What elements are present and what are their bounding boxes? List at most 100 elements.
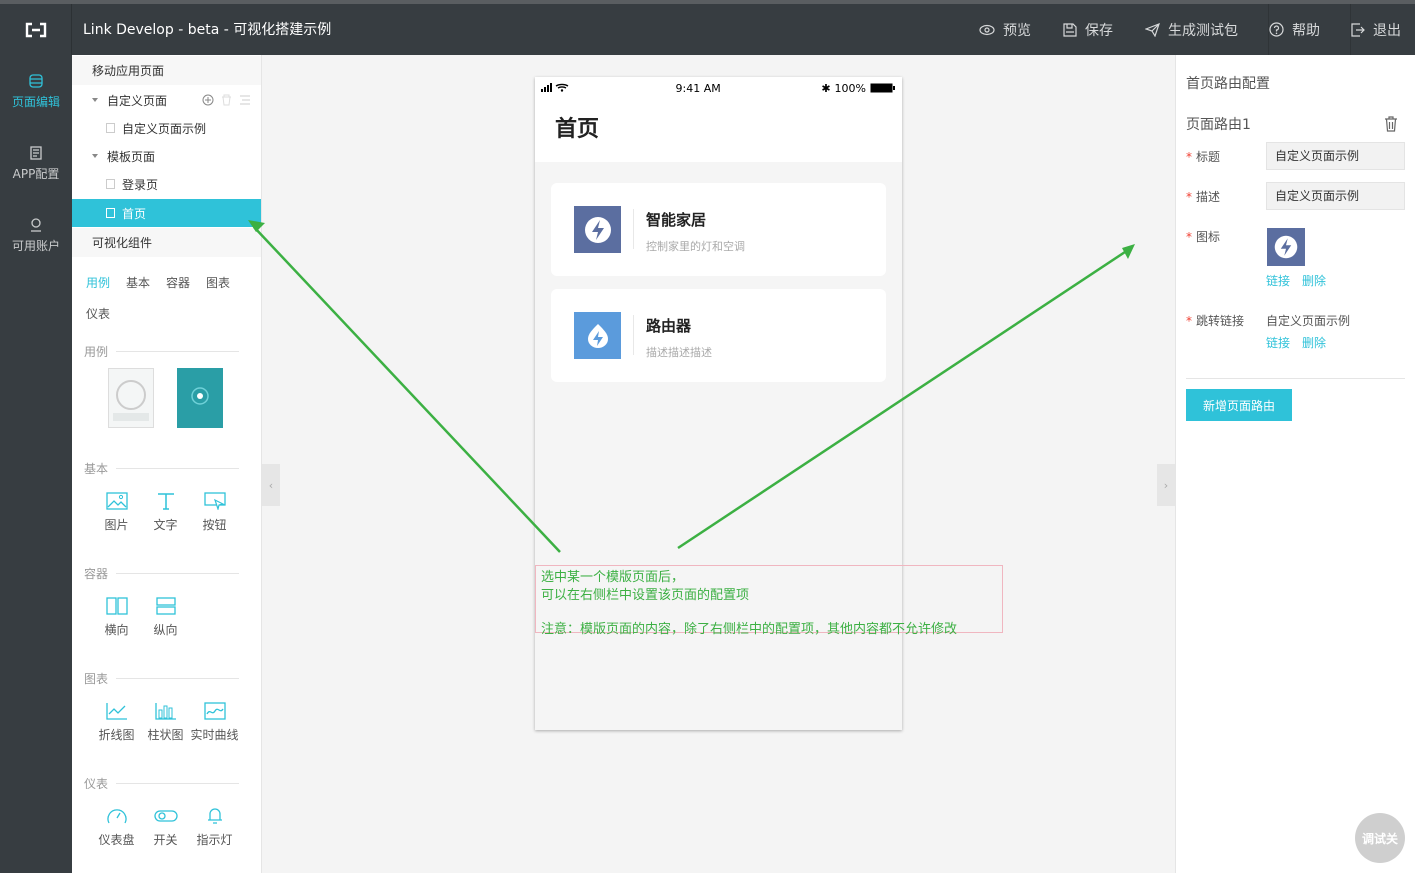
component-text[interactable]: 文字: [141, 492, 190, 533]
component-label: 横向: [104, 623, 129, 637]
component-label: 开关: [153, 833, 178, 847]
text-icon: [157, 493, 174, 510]
component-image[interactable]: 图片: [92, 492, 141, 533]
database-icon: [29, 73, 43, 88]
send-icon: [1145, 22, 1160, 37]
component-line-chart[interactable]: 折线图: [92, 702, 141, 743]
section-title: 容器: [84, 565, 239, 582]
document-icon: [30, 145, 42, 160]
component-indicator-light[interactable]: 指示灯: [190, 807, 239, 848]
switch-icon: [153, 810, 178, 822]
tree-item[interactable]: 登录页: [72, 170, 261, 198]
example-thumbnail-gauge[interactable]: [108, 368, 154, 428]
page-file-icon: [106, 123, 115, 133]
build-test-package-button[interactable]: 生成测试包: [1145, 20, 1238, 40]
component-label: 仪表盘: [98, 833, 135, 847]
example-thumbnail-device[interactable]: [177, 368, 223, 428]
tree-group-template[interactable]: 模板页面: [72, 142, 261, 170]
config-divider: [1186, 378, 1405, 379]
tree-tools: [202, 94, 251, 106]
tree-group-custom[interactable]: 自定义页面: [72, 86, 261, 114]
user-icon: [31, 217, 41, 232]
device-preview-icon: [191, 387, 209, 405]
exit-button[interactable]: 退出: [1351, 20, 1401, 40]
icon-link[interactable]: 链接: [1266, 272, 1290, 289]
title-input[interactable]: 自定义页面示例: [1266, 142, 1405, 170]
caret-down-icon: [92, 154, 98, 158]
help-icon: [1269, 22, 1284, 37]
lightning-icon: [574, 206, 621, 253]
route-card[interactable]: 智能家居 控制家里的灯和空调: [551, 183, 886, 276]
trash-icon[interactable]: [221, 94, 232, 106]
component-label: 指示灯: [196, 833, 233, 847]
collapse-right-button[interactable]: ›: [1157, 464, 1175, 506]
component-switch[interactable]: 开关: [141, 807, 190, 848]
component-realtime-curve[interactable]: 实时曲线: [190, 702, 239, 743]
line-chart-icon: [105, 703, 127, 720]
component-vertical[interactable]: 纵向: [141, 597, 190, 638]
route-card[interactable]: 路由器 描述描述描述: [551, 289, 886, 382]
tree-item[interactable]: 自定义页面示例: [72, 114, 261, 142]
gauge-preview-icon: [113, 380, 149, 421]
logo[interactable]: [0, 4, 72, 55]
tab-basic[interactable]: 基本: [126, 273, 166, 304]
top-actions: 预览 保存 生成测试包 帮助 退出: [947, 4, 1401, 55]
help-button[interactable]: 帮助: [1269, 20, 1320, 40]
tab-meter[interactable]: 仪表: [86, 304, 126, 335]
status-right: ✱ 100%: [821, 82, 896, 95]
left-nav: 页面编辑 APP配置 可用账户: [0, 55, 72, 873]
nav-item-page-edit[interactable]: 页面编辑: [0, 55, 72, 127]
bluetooth-icon: ✱: [821, 81, 831, 95]
phone-page-title: 首页: [535, 99, 902, 162]
debug-toggle-button[interactable]: 调试关: [1355, 813, 1405, 863]
section-title: 仪表: [84, 775, 239, 792]
desc-input[interactable]: 自定义页面示例: [1266, 182, 1405, 210]
tree-item-label: 登录页: [122, 177, 159, 192]
exit-icon: [1351, 22, 1365, 37]
preview-button[interactable]: 预览: [979, 20, 1031, 40]
signal-wifi-icon: [541, 82, 575, 95]
annotation-line: 选中某一个模版页面后，: [541, 570, 685, 585]
component-label: 折线图: [98, 728, 135, 742]
button-icon: [203, 492, 226, 510]
card-title: 路由器: [646, 317, 692, 335]
component-gauge[interactable]: 仪表盘: [92, 807, 141, 848]
component-bar-chart[interactable]: 柱状图: [141, 702, 190, 743]
tree-item-selected[interactable]: 首页: [72, 199, 261, 227]
lightning-icon: [1274, 235, 1298, 259]
nav-item-accounts[interactable]: 可用账户: [0, 199, 72, 271]
battery-percent: 100%: [834, 81, 866, 95]
card-divider: [633, 209, 634, 249]
nav-item-app-config[interactable]: APP配置: [0, 127, 72, 199]
component-button[interactable]: 按钮: [190, 492, 239, 533]
jump-link[interactable]: 链接: [1266, 334, 1290, 351]
annotation-line: 注意：模版页面的内容，除了右侧栏中的配置项，其他内容都不允许修改: [541, 622, 958, 637]
icon-delete[interactable]: 删除: [1302, 272, 1326, 289]
exit-label: 退出: [1373, 22, 1401, 39]
annotation-line: 可以在右侧栏中设置该页面的配置项: [541, 588, 750, 603]
tree-item-label: 自定义页面示例: [122, 121, 207, 136]
realtime-curve-icon: [203, 702, 226, 720]
jump-field-label: * 跳转链接: [1186, 314, 1245, 328]
component-label: 柱状图: [147, 728, 184, 742]
add-circle-icon[interactable]: [202, 94, 214, 106]
jump-delete[interactable]: 删除: [1302, 334, 1326, 351]
tab-examples[interactable]: 用例: [86, 273, 126, 304]
preview-label: 预览: [1003, 22, 1031, 39]
tab-chart[interactable]: 图表: [206, 273, 246, 304]
tab-container[interactable]: 容器: [166, 273, 206, 304]
component-tabs: 用例 基本 容器 图表 仪表: [86, 273, 246, 335]
component-label: 按钮: [202, 518, 227, 532]
logo-icon: [25, 22, 46, 37]
component-horizontal[interactable]: 横向: [92, 597, 141, 638]
jump-value: 自定义页面示例: [1266, 314, 1351, 328]
list-icon[interactable]: [239, 94, 251, 106]
horizontal-layout-icon: [105, 597, 128, 615]
trash-icon[interactable]: [1384, 116, 1398, 132]
add-route-button[interactable]: 新增页面路由: [1186, 389, 1292, 421]
save-button[interactable]: 保存: [1063, 20, 1113, 40]
route-name: 页面路由1: [1186, 117, 1251, 133]
collapse-left-button[interactable]: ‹: [262, 464, 280, 506]
components-header: 可视化组件: [72, 228, 261, 257]
config-title: 首页路由配置: [1186, 76, 1270, 92]
